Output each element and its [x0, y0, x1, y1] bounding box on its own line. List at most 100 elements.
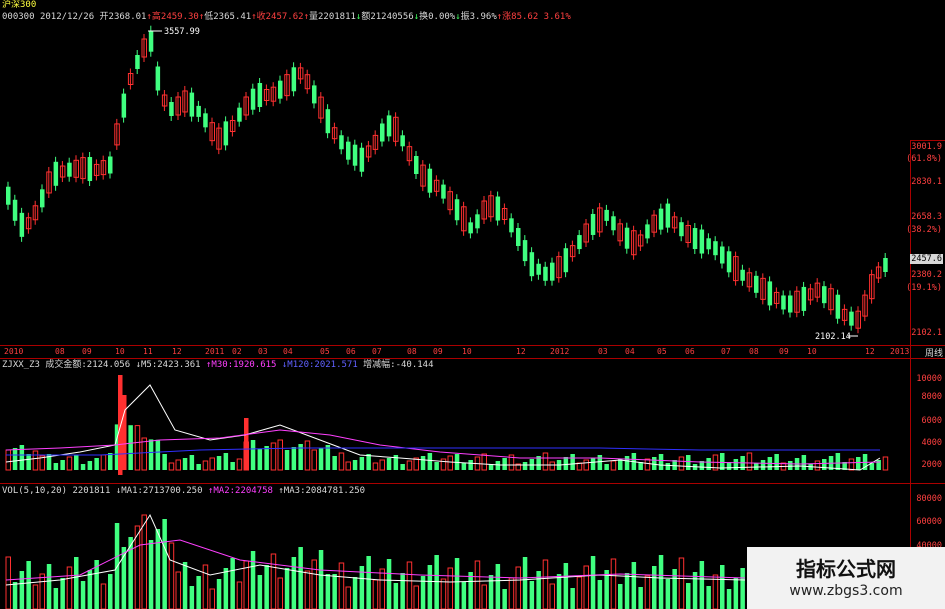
volume-bar [168, 542, 175, 609]
kline-chart[interactable]: 3557.99 2102.14 [0, 0, 945, 609]
amount-bar [257, 449, 263, 470]
amount-bar [597, 455, 603, 470]
indicator2-header: VOL(5,10,20) 2201811 ↓MA1:2713700.250 ↑M… [2, 486, 365, 497]
volume-bar [325, 574, 331, 609]
amount-bar [345, 461, 351, 471]
volume-bar [631, 562, 637, 609]
date-label: 09 [433, 347, 443, 356]
amount-bar [604, 464, 609, 470]
date-label: 10 [462, 347, 472, 356]
volume-bar [406, 561, 413, 609]
amount-bar [359, 457, 365, 470]
indicator1-amount: 成交金额:2124.056 [45, 360, 131, 370]
amount-bar [338, 452, 345, 471]
volume-bar [488, 575, 494, 609]
watermark-title: 指标公式网 [796, 557, 896, 581]
amount-bar [270, 442, 277, 471]
volume-bar [440, 578, 447, 609]
watermark-url: www.zbgs3.com [789, 583, 903, 599]
amount-bar [658, 454, 664, 470]
amount-bar [196, 464, 201, 470]
candle-body [699, 229, 705, 254]
amount-bar [19, 445, 25, 470]
amount-bar [542, 452, 549, 471]
current-price-tag: 2457.6 [910, 254, 943, 264]
volume-bar [502, 589, 507, 609]
candle-body [278, 80, 283, 99]
amount-bar [461, 463, 467, 470]
amount-bar [774, 454, 779, 470]
volume-bar [740, 568, 745, 609]
candle-body [346, 141, 351, 160]
volume-bar [658, 555, 664, 609]
date-label: 05 [320, 347, 330, 356]
volume-bar [372, 579, 379, 609]
candle-body [312, 85, 317, 104]
volume-bar [720, 565, 725, 609]
amount-bar [94, 458, 99, 470]
volume-bar [311, 559, 317, 609]
volume-bar [379, 568, 385, 609]
amount-bar [481, 453, 487, 471]
candle-body [529, 252, 535, 277]
volume-bar [264, 565, 269, 609]
candle-body [169, 102, 174, 116]
date-label: 02 [232, 347, 242, 356]
indicator1-m30: ↑M30:1920.615 [206, 360, 277, 370]
price-label-4: 2380.2 [911, 270, 942, 280]
amount-bar [325, 445, 331, 470]
amount-bar [522, 462, 528, 470]
candle-body [624, 227, 630, 249]
amount-bar [706, 458, 711, 470]
amount-bar [26, 454, 31, 470]
ind1-y-label-4: 4000 [921, 438, 942, 448]
low-marker: 2102.14 [815, 332, 851, 342]
volume-bar [162, 519, 167, 609]
candle-body [189, 92, 195, 117]
amount-bar [822, 459, 827, 470]
volume-bars [5, 514, 745, 609]
amount-bar [162, 454, 167, 470]
candle-body [237, 107, 242, 122]
amount-bars [5, 375, 889, 475]
period-label[interactable]: 周线 [925, 346, 943, 359]
date-label: 07 [372, 347, 382, 356]
candle-body [250, 88, 256, 110]
volume-bar [590, 556, 596, 609]
indicator1-m5: ↓M5:2423.361 [135, 360, 201, 370]
candle-body [611, 216, 616, 231]
amount-bar [665, 463, 671, 470]
amount-bar [801, 455, 807, 470]
indicator2-name: VOL(5,10,20) [2, 486, 68, 496]
ind1-y-label-3: 6000 [921, 416, 942, 426]
candle-body [665, 203, 671, 228]
volume-bar [618, 584, 623, 609]
volume-bar [427, 565, 433, 609]
candle-body [550, 262, 555, 281]
volume-bar [66, 566, 73, 609]
volume-bar [563, 563, 569, 609]
amount-bar [148, 439, 154, 470]
volume-bar [216, 579, 222, 609]
date-label: 06 [685, 347, 695, 356]
volume-bar [515, 566, 521, 609]
amount-bar [32, 450, 39, 471]
volume-bar [644, 575, 651, 609]
candle-body [726, 251, 732, 273]
volume-bar [678, 557, 685, 609]
amount-bar [576, 462, 583, 471]
volume-bar [74, 557, 79, 609]
volume-bar [556, 574, 562, 609]
date-label: 03 [258, 347, 268, 356]
candle-body [822, 286, 827, 304]
volume-bar [672, 569, 677, 609]
date-label: 12 [516, 347, 526, 356]
amount-bar [202, 460, 209, 471]
candle-body [339, 135, 344, 150]
amount-bar [502, 458, 507, 470]
volume-bar [46, 564, 52, 609]
candle-body [713, 241, 718, 256]
volume-bar [576, 576, 583, 609]
amount-bar [652, 457, 657, 470]
volume-bar [230, 558, 235, 609]
